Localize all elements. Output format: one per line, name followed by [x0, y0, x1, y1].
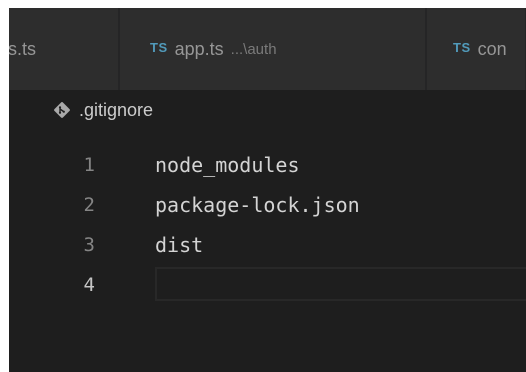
- breadcrumb-file: .gitignore: [79, 99, 154, 120]
- typescript-icon: TS: [150, 39, 168, 55]
- tab-path: ...\auth: [230, 40, 277, 58]
- line-number: 3: [83, 234, 95, 256]
- line-text: package-lock.json: [155, 193, 360, 217]
- tab-label: ts.ts: [9, 38, 37, 59]
- tab-con[interactable]: TS con: [427, 8, 526, 90]
- code-line[interactable]: 2 package-lock.json: [9, 185, 526, 225]
- line-number: 2: [83, 194, 95, 216]
- tab-bar: ts.ts TS app.ts ...\auth TS con: [9, 8, 526, 90]
- tab-label: con: [477, 38, 507, 59]
- current-line-highlight: [155, 267, 526, 301]
- code-editor[interactable]: .gitignore 1 node_modules 2 package-lock…: [9, 90, 526, 372]
- code-line[interactable]: 3 dist: [9, 225, 526, 265]
- tab-label: app.ts: [174, 38, 224, 59]
- line-number: 4: [83, 274, 95, 296]
- tab-app-ts[interactable]: TS app.ts ...\auth: [120, 8, 426, 90]
- breadcrumb[interactable]: .gitignore: [53, 98, 153, 122]
- line-text: node_modules: [155, 153, 300, 177]
- code-line-current[interactable]: 4: [9, 265, 526, 305]
- line-number: 1: [83, 154, 95, 176]
- git-icon: [53, 101, 71, 119]
- line-text: dist: [155, 233, 204, 257]
- tab-ts-ts[interactable]: ts.ts: [9, 8, 119, 90]
- editor-window: ts.ts TS app.ts ...\auth TS con: [9, 8, 526, 372]
- typescript-icon: TS: [453, 39, 471, 55]
- code-line[interactable]: 1 node_modules: [9, 145, 526, 185]
